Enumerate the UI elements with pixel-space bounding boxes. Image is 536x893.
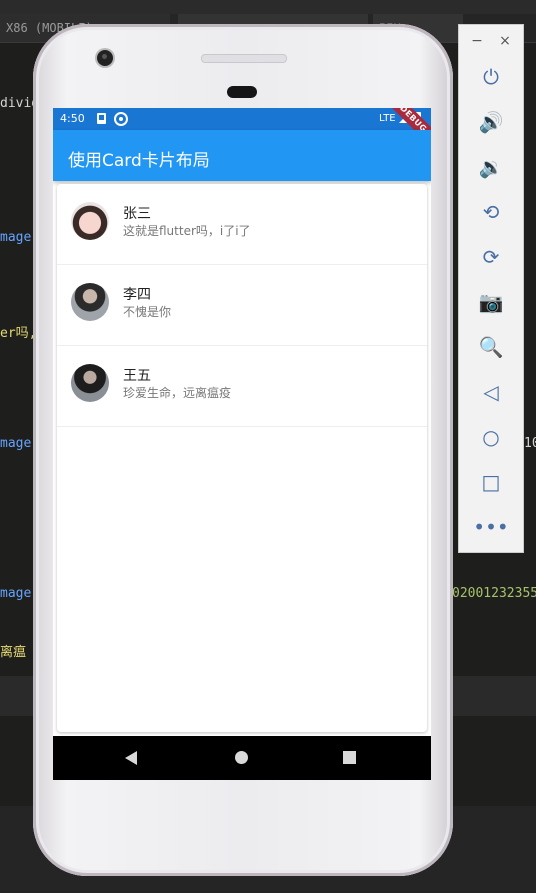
list-item-subtitle: 这就是flutter吗，i了i了 [123, 224, 251, 238]
code-fragment: er吗, [0, 326, 37, 341]
emulator-toolbar: − × ⏻ 🔊 🔉 ⟲ ⟳ 📷 🔍 ◁ ○ □ ••• [458, 24, 524, 553]
rotate-left-icon[interactable]: ⟲ [459, 192, 523, 232]
navigation-bar [53, 736, 431, 780]
back-icon[interactable]: ◁ [459, 372, 523, 412]
sim-card-icon [97, 113, 106, 124]
home-icon[interactable]: ○ [459, 417, 523, 457]
list-item-subtitle: 珍爱生命，远离瘟疫 [123, 386, 232, 400]
avatar [71, 283, 109, 321]
zoom-icon[interactable]: 🔍 [459, 327, 523, 367]
list-item-title: 张三 [123, 206, 151, 222]
phone-frame: 4:50 LTE DEBUG 使用Card卡片布局 张三 这就是flutter吗… [33, 24, 453, 876]
volume-up-icon[interactable]: 🔊 [459, 102, 523, 142]
close-icon[interactable]: × [495, 31, 515, 51]
code-fragment: mage [0, 230, 32, 245]
power-icon[interactable]: ⏻ [459, 57, 523, 97]
list-item[interactable]: 张三 这就是flutter吗，i了i了 [57, 184, 427, 265]
card: 张三 这就是flutter吗，i了i了 李四 不愧是你 王五 珍爱生命，远离瘟疫 [57, 184, 427, 732]
overview-icon[interactable]: □ [459, 462, 523, 502]
ide-top-bar [0, 0, 536, 14]
code-fragment: 10 [524, 436, 536, 451]
more-icon[interactable]: ••• [459, 507, 523, 547]
front-camera [97, 50, 113, 66]
data-saver-icon [114, 112, 128, 126]
camera-icon[interactable]: 📷 [459, 282, 523, 322]
code-fragment: 离瘟 [0, 645, 27, 660]
home-icon[interactable] [235, 751, 248, 764]
list-item-title: 王五 [123, 368, 151, 384]
overview-icon[interactable] [343, 751, 356, 764]
avatar [71, 202, 109, 240]
status-time: 4:50 [60, 112, 85, 125]
app-bar: 使用Card卡片布局 [53, 130, 431, 181]
phone-screen: 4:50 LTE DEBUG 使用Card卡片布局 张三 这就是flutter吗… [53, 108, 431, 780]
code-fragment: mage [0, 436, 32, 451]
proximity-sensor [227, 86, 257, 98]
code-fragment: 02001232355 [452, 586, 536, 601]
list-item-subtitle: 不愧是你 [123, 305, 172, 319]
avatar [71, 364, 109, 402]
list-item-title: 李四 [123, 287, 151, 303]
list-item[interactable]: 王五 珍爱生命，远离瘟疫 [57, 346, 427, 427]
page-title: 使用Card卡片布局 [68, 151, 210, 171]
status-bar: 4:50 LTE DEBUG [53, 108, 431, 153]
back-icon[interactable] [125, 751, 137, 765]
list-item[interactable]: 李四 不愧是你 [57, 265, 427, 346]
volume-down-icon[interactable]: 🔉 [459, 147, 523, 187]
network-type: LTE [379, 113, 396, 124]
minimize-icon[interactable]: − [467, 31, 487, 51]
code-fragment: mage [0, 586, 32, 601]
rotate-right-icon[interactable]: ⟳ [459, 237, 523, 277]
earpiece-speaker [201, 54, 287, 63]
